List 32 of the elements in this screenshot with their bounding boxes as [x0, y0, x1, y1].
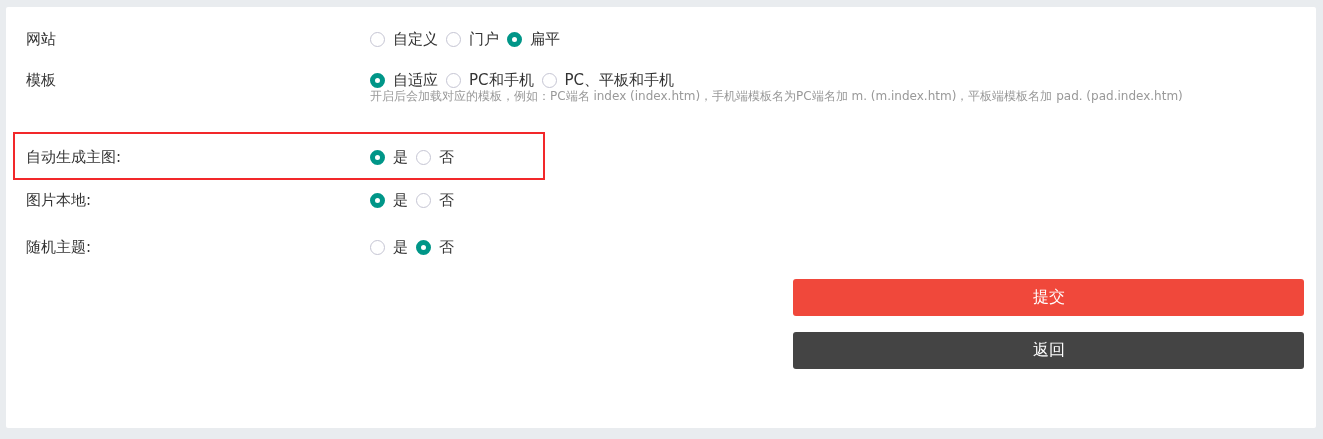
radio-option[interactable]: 自适应	[370, 71, 438, 90]
radio-icon[interactable]	[446, 31, 461, 47]
radio-icon[interactable]	[370, 73, 385, 88]
radio-option[interactable]: 是	[370, 148, 408, 167]
radio-option[interactable]: 自定义	[370, 29, 438, 49]
radio-icon[interactable]	[541, 73, 557, 88]
radio-option[interactable]: 门户	[446, 29, 499, 49]
radio-option[interactable]: 扁平	[507, 29, 560, 49]
radio-icon[interactable]	[370, 150, 385, 165]
radio-icon[interactable]	[416, 192, 431, 208]
setting-label: 模板	[26, 71, 57, 90]
radio-icon[interactable]	[507, 31, 522, 47]
radio-option[interactable]: 是	[370, 190, 408, 210]
radio-icon[interactable]	[370, 192, 385, 208]
radio-icon[interactable]	[446, 73, 461, 88]
radio-icon[interactable]	[416, 150, 431, 165]
help-text: 开启后会加载对应的模板，例如：PC端名 index (index.htm)，手机端模板名为PC端名加 m. (m.index.htm)，平板端模板名加 pad. (pad.index.htm)	[370, 89, 1184, 104]
setting-label: 自动生成主图:	[26, 148, 123, 167]
radio-option[interactable]: 否	[416, 148, 454, 167]
setting-label: 图片本地:	[26, 190, 93, 210]
radio-option[interactable]: PC、平板和手机	[541, 71, 675, 90]
setting-label: 随机主题:	[26, 237, 93, 257]
radio-option[interactable]: PC和手机	[446, 71, 534, 90]
radio-option[interactable]: 否	[416, 237, 454, 257]
submit-button[interactable]: 提交	[793, 279, 1304, 316]
radio-option[interactable]: 否	[416, 190, 454, 210]
radio-icon[interactable]	[416, 239, 431, 255]
back-button[interactable]: 返回	[793, 332, 1304, 369]
setting-label: 网站	[26, 29, 57, 49]
radio-icon[interactable]	[370, 239, 385, 255]
radio-icon[interactable]	[370, 31, 385, 47]
radio-option[interactable]: 是	[370, 237, 408, 257]
